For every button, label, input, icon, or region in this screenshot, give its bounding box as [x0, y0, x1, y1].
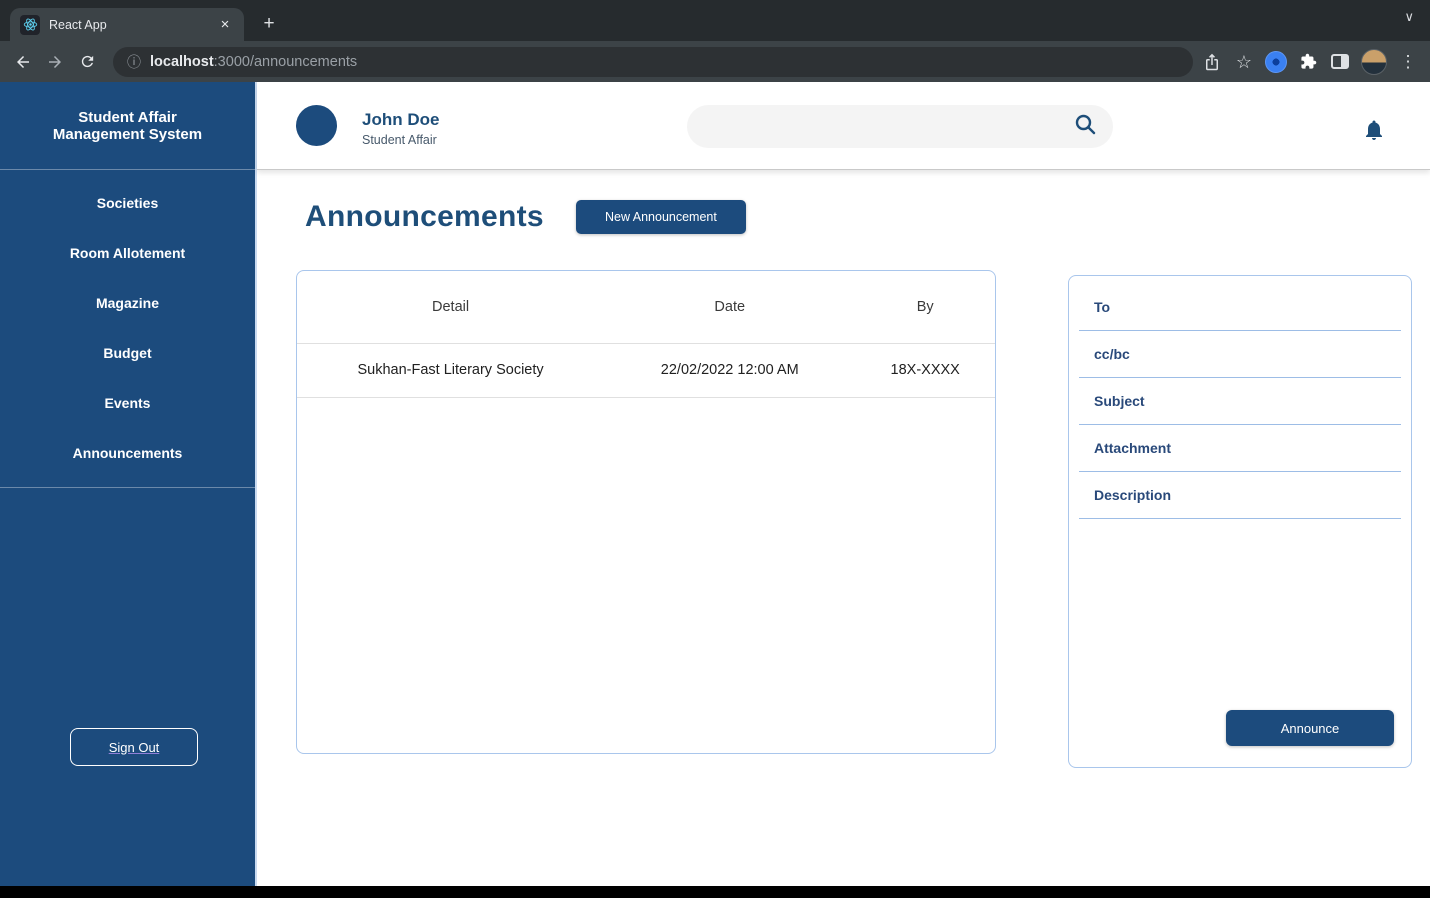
ccbc-field-label: cc/bc — [1094, 346, 1130, 362]
app-header: John Doe Student Affair — [257, 82, 1430, 170]
extension-shutter-icon[interactable] — [1265, 50, 1287, 73]
announcements-table: Detail Date By Sukhan-Fast Literary Soci… — [297, 271, 995, 398]
to-field[interactable]: To — [1079, 284, 1401, 331]
app-window: Student Affair Management System Societi… — [0, 82, 1430, 886]
new-tab-button[interactable]: + — [256, 11, 282, 37]
attachment-field[interactable]: Attachment — [1079, 425, 1401, 472]
app-title-line1: Student Affair — [78, 108, 177, 126]
tab-title: React App — [49, 17, 107, 32]
user-info: John Doe Student Affair — [362, 110, 439, 147]
browser-menu-icon[interactable]: ⋮ — [1397, 51, 1419, 73]
browser-tab[interactable]: React App × — [10, 8, 244, 41]
bookmark-star-icon[interactable]: ☆ — [1233, 51, 1255, 73]
notifications-bell-icon[interactable] — [1362, 118, 1386, 142]
sidebar-item-budget[interactable]: Budget — [0, 328, 255, 378]
table-header-row: Detail Date By — [297, 271, 995, 344]
sidebar-item-announcements[interactable]: Announcements — [0, 428, 255, 478]
cell-detail: Sukhan-Fast Literary Society — [297, 343, 605, 398]
user-role: Student Affair — [362, 133, 437, 147]
main-content: Announcements New Announcement Detail Da… — [257, 170, 1430, 886]
column-header-date: Date — [604, 271, 856, 344]
back-icon[interactable] — [9, 48, 37, 76]
column-header-by: By — [855, 271, 995, 344]
screen-bottom-bar — [0, 886, 1430, 898]
tab-search-chevron-icon[interactable]: ∨ — [1404, 9, 1414, 25]
url-path: :3000/announcements — [213, 53, 358, 70]
site-info-icon[interactable]: ⓘ — [127, 52, 141, 72]
extensions-puzzle-icon[interactable] — [1297, 51, 1319, 73]
user-name: John Doe — [362, 110, 440, 129]
sidebar-divider — [0, 487, 255, 488]
browser-profile-avatar[interactable] — [1361, 48, 1387, 75]
sidebar-item-room-allotement[interactable]: Room Allotement — [0, 228, 255, 278]
sidebar-item-events[interactable]: Events — [0, 378, 255, 428]
new-announcement-button[interactable]: New Announcement — [575, 200, 746, 234]
subject-field-label: Subject — [1094, 393, 1145, 409]
address-bar[interactable]: ⓘ localhost:3000/announcements — [113, 46, 1193, 77]
side-panel-icon[interactable] — [1329, 51, 1351, 73]
compose-fields: To cc/bc Subject Attachment Description — [1069, 276, 1411, 519]
cell-date: 22/02/2022 12:00 AM — [604, 343, 856, 398]
reload-icon[interactable] — [73, 48, 101, 76]
subject-field[interactable]: Subject — [1079, 378, 1401, 425]
browser-toolbar: ⓘ localhost:3000/announcements ☆ ⋮ — [0, 41, 1430, 82]
compose-announcement-card: To cc/bc Subject Attachment Description — [1068, 275, 1412, 768]
cell-by: 18X-XXXX — [855, 343, 995, 398]
search-icon[interactable] — [1073, 112, 1097, 141]
search-bar[interactable] — [687, 105, 1113, 148]
forward-icon[interactable] — [41, 48, 69, 76]
column-header-detail: Detail — [297, 271, 605, 344]
sidebar-item-magazine[interactable]: Magazine — [0, 278, 255, 328]
url-host: localhost — [150, 53, 214, 70]
description-field[interactable]: Description — [1079, 472, 1401, 519]
toolbar-actions: ☆ ⋮ — [1201, 48, 1419, 75]
ccbc-field[interactable]: cc/bc — [1079, 331, 1401, 378]
sidebar-item-societies[interactable]: Societies — [0, 178, 255, 228]
user-avatar[interactable] — [296, 105, 337, 146]
announcements-table-card: Detail Date By Sukhan-Fast Literary Soci… — [296, 270, 996, 754]
sign-out-button[interactable]: Sign Out — [70, 728, 198, 766]
sidebar-nav: Societies Room Allotement Magazine Budge… — [0, 178, 255, 478]
close-tab-icon[interactable]: × — [216, 16, 234, 34]
title-row: Announcements New Announcement — [257, 170, 1430, 234]
browser-tab-strip: React App × + ∨ — [0, 0, 1430, 41]
react-favicon-icon — [20, 14, 40, 35]
to-field-label: To — [1094, 299, 1111, 315]
announce-button[interactable]: Announce — [1226, 710, 1394, 746]
description-field-label: Description — [1094, 487, 1172, 503]
share-icon[interactable] — [1201, 51, 1223, 73]
app-title: Student Affair Management System — [0, 82, 255, 170]
attachment-field-label: Attachment — [1094, 440, 1172, 456]
app-title-line2: Management System — [52, 125, 203, 143]
page-title: Announcements — [305, 200, 544, 233]
sidebar: Student Affair Management System Societi… — [0, 82, 257, 886]
screen: React App × + ∨ ⓘ localhost:3000/announc… — [0, 0, 1430, 898]
table-row[interactable]: Sukhan-Fast Literary Society 22/02/2022 … — [297, 343, 995, 398]
search-input[interactable] — [703, 118, 1073, 135]
